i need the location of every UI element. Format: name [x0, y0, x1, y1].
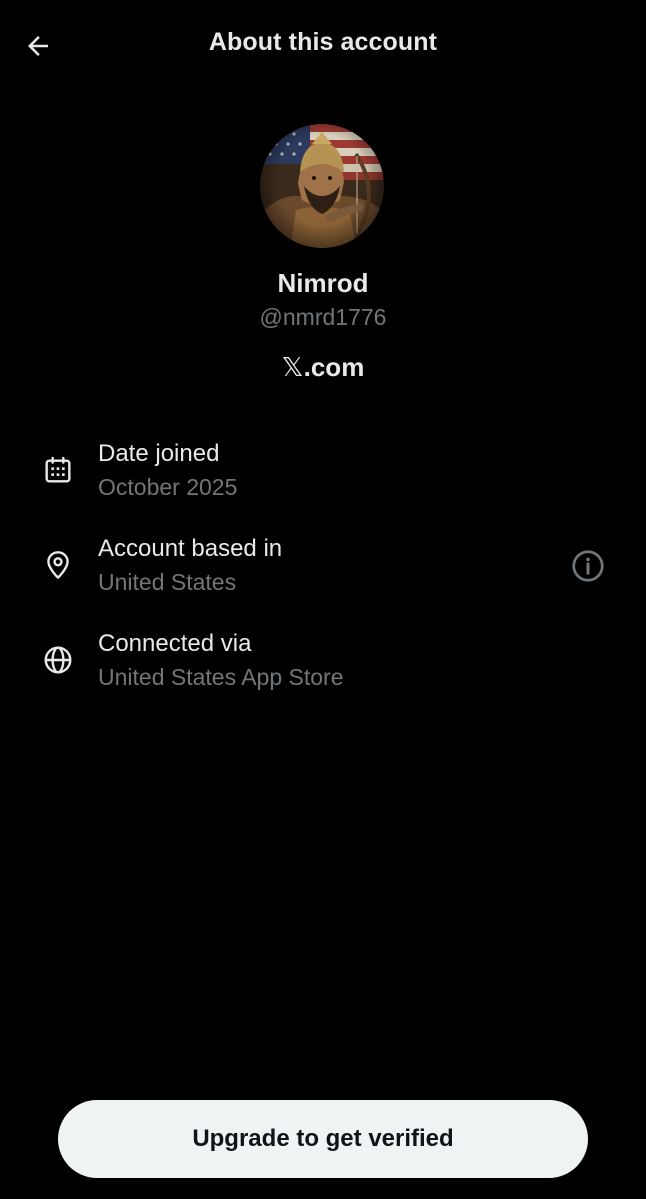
site-label: 𝕏.com: [0, 352, 646, 383]
info-button[interactable]: [568, 546, 608, 586]
globe-icon: [40, 642, 76, 678]
location-pin-icon: [40, 547, 76, 583]
detail-account-based-in: Account based in United States: [0, 533, 646, 613]
detail-label: Account based in: [98, 535, 283, 562]
user-handle: @nmrd1776: [259, 304, 387, 330]
calendar-icon: [40, 452, 76, 488]
upgrade-verified-button[interactable]: Upgrade to get verified: [58, 1100, 588, 1178]
avatar[interactable]: [260, 124, 384, 248]
detail-value: United States App Store: [98, 664, 344, 690]
detail-value: October 2025: [98, 474, 238, 500]
top-bar: About this account: [0, 0, 646, 92]
display-name: Nimrod: [277, 268, 369, 298]
detail-value: United States: [98, 569, 237, 595]
avatar-image: [260, 124, 384, 248]
page-title: About this account: [208, 28, 438, 56]
detail-connected-via: Connected via United States App Store: [0, 628, 646, 708]
detail-label: Connected via: [98, 630, 252, 657]
detail-date-joined: Date joined October 2025: [0, 438, 646, 518]
detail-label: Date joined: [98, 440, 220, 467]
x-logo-glyph: 𝕏: [281, 353, 304, 383]
site-suffix: .com: [303, 352, 365, 382]
info-icon: [572, 550, 604, 582]
